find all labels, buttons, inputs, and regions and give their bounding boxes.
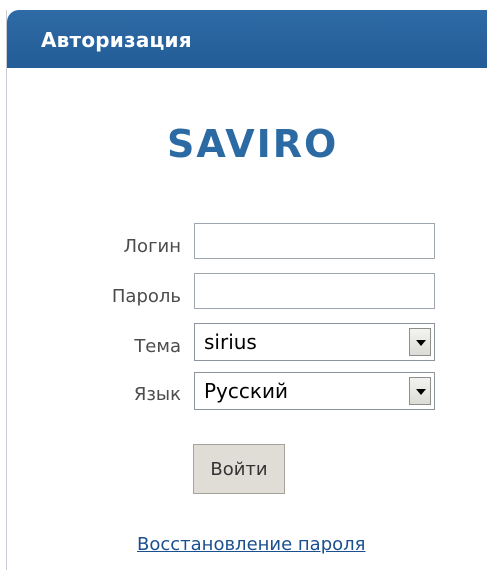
saviro-logo: SAVIRO (167, 122, 339, 166)
auth-panel: Авторизация SAVIRO Логин Пароль Тема sir… (6, 10, 487, 570)
chevron-down-icon[interactable] (409, 377, 431, 405)
language-select[interactable]: Русский (194, 372, 435, 410)
theme-label: Тема (134, 336, 181, 357)
theme-select-value: sirius (204, 330, 257, 354)
recover-password-link[interactable]: Восстановление пароля (137, 534, 365, 555)
login-input[interactable] (194, 223, 435, 259)
panel-title: Авторизация (41, 28, 192, 52)
password-input[interactable] (194, 273, 435, 309)
password-label: Пароль (111, 286, 181, 307)
language-select-value: Русский (204, 379, 288, 403)
chevron-down-icon-glyph (416, 389, 426, 395)
login-button[interactable]: Войти (193, 444, 285, 494)
language-label: Язык (133, 384, 181, 405)
login-label: Логин (123, 236, 181, 257)
chevron-down-icon-glyph (416, 340, 426, 346)
panel-header: Авторизация (7, 10, 487, 68)
theme-select[interactable]: sirius (194, 323, 435, 361)
chevron-down-icon[interactable] (409, 328, 431, 356)
